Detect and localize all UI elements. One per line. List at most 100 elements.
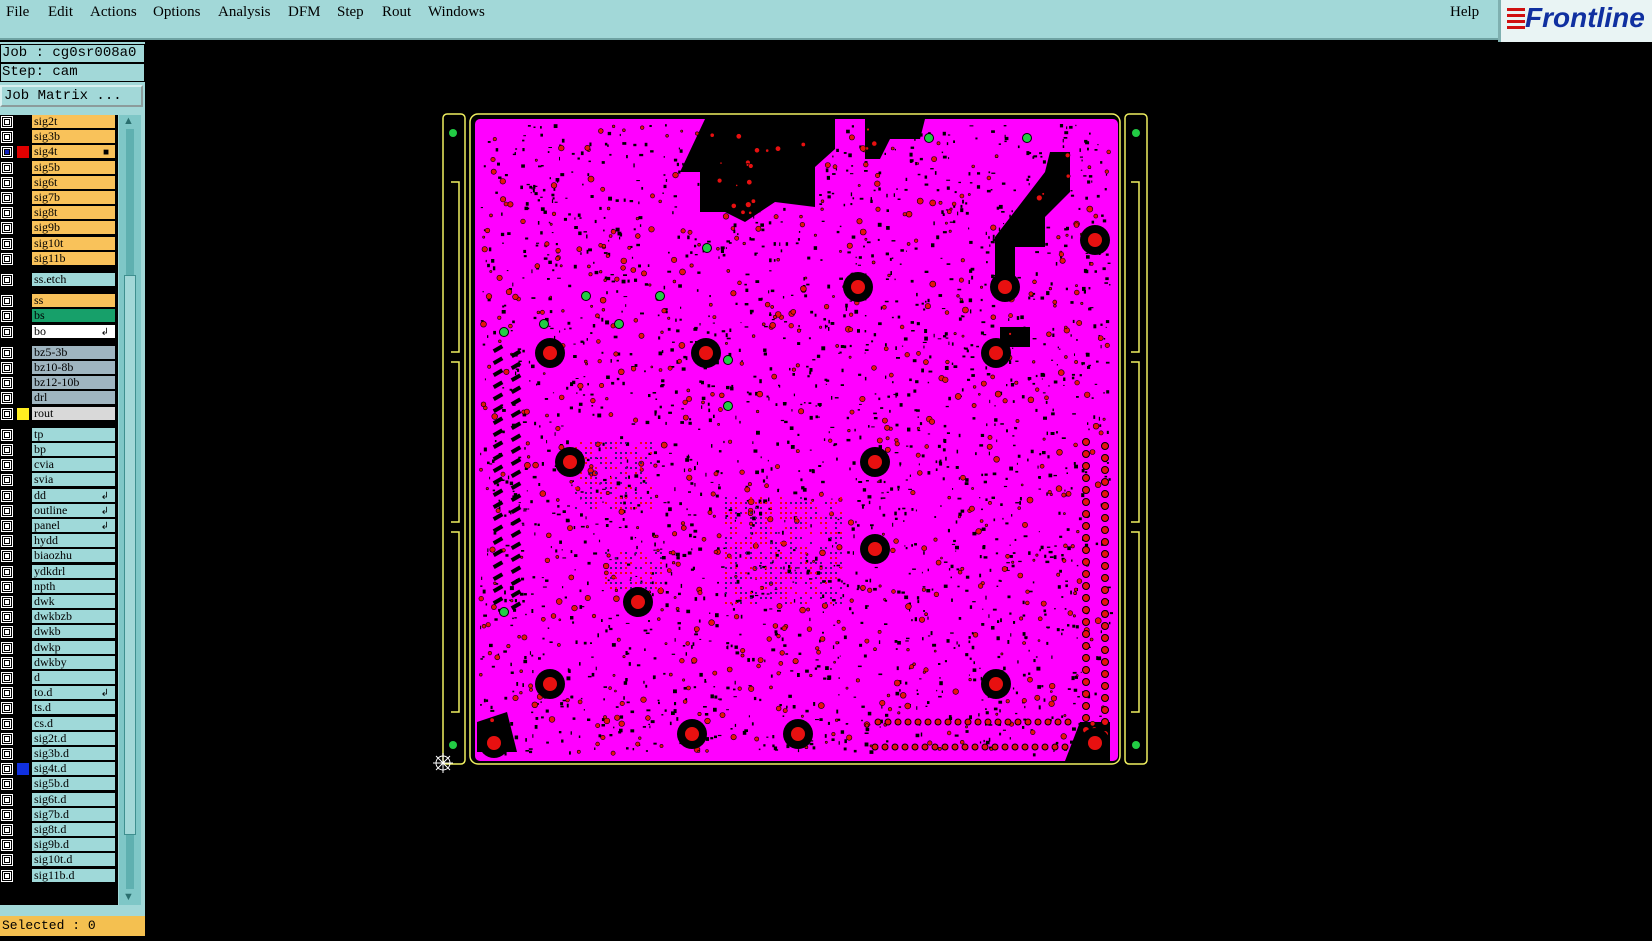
layer-row-outline[interactable]: outline ↲ bbox=[0, 503, 118, 518]
layer-name[interactable]: sig3b bbox=[32, 130, 115, 145]
layer-row-tp[interactable]: tp bbox=[0, 427, 118, 442]
layer-row-hydd[interactable]: hydd bbox=[0, 534, 118, 549]
layer-row-sig4t[interactable]: sig4t ■ bbox=[0, 145, 118, 160]
menu-options[interactable]: Options bbox=[153, 4, 201, 21]
layer-row-ss[interactable]: ss bbox=[0, 294, 118, 309]
layer-checkbox[interactable] bbox=[2, 673, 12, 683]
layer-checkbox[interactable] bbox=[2, 132, 12, 143]
layer-checkbox[interactable] bbox=[2, 566, 12, 577]
layer-checkbox[interactable] bbox=[2, 627, 12, 638]
layer-row-sig11b[interactable]: sig11b bbox=[0, 251, 118, 266]
layer-row-sig8t[interactable]: sig8t bbox=[0, 206, 118, 221]
layer-checkbox[interactable] bbox=[2, 657, 12, 668]
graphic-canvas[interactable] bbox=[145, 42, 1652, 936]
layer-name[interactable]: dwkby bbox=[32, 655, 115, 670]
layer-name[interactable]: cs.d bbox=[32, 716, 115, 731]
layer-name[interactable]: outline ↲ bbox=[32, 503, 115, 518]
layer-row-sig6t.d[interactable]: sig6t.d bbox=[0, 792, 118, 807]
layer-row-dwk[interactable]: dwk bbox=[0, 595, 118, 609]
menu-rout[interactable]: Rout bbox=[382, 4, 411, 21]
layer-checkbox[interactable] bbox=[2, 275, 12, 285]
layer-row-dwkbzb[interactable]: dwkbzb bbox=[0, 610, 118, 625]
layer-checkbox[interactable] bbox=[2, 612, 12, 623]
layer-row-sig2t[interactable]: sig2t bbox=[0, 115, 118, 129]
layer-row-sig7b[interactable]: sig7b bbox=[0, 191, 118, 205]
layer-checkbox[interactable] bbox=[2, 703, 12, 714]
layer-name[interactable]: ss bbox=[32, 294, 115, 309]
layer-row-drl[interactable]: drl bbox=[0, 391, 118, 406]
layer-row-sig3b[interactable]: sig3b bbox=[0, 130, 118, 145]
layer-row-sig7b.d[interactable]: sig7b.d bbox=[0, 807, 118, 822]
layer-name[interactable]: bp bbox=[32, 443, 115, 457]
layer-row-cvia[interactable]: cvia bbox=[0, 458, 118, 473]
layer-checkbox[interactable] bbox=[2, 688, 12, 699]
layer-checkbox[interactable] bbox=[2, 311, 12, 322]
menu-actions[interactable]: Actions bbox=[90, 4, 137, 21]
scroll-thumb[interactable] bbox=[124, 275, 136, 835]
layer-row-d[interactable]: d bbox=[0, 671, 118, 685]
layer-row-sig9b.d[interactable]: sig9b.d bbox=[0, 838, 118, 853]
layer-checkbox[interactable] bbox=[2, 581, 12, 592]
layer-name[interactable]: sig4t ■ bbox=[32, 145, 115, 160]
layer-name[interactable]: sig8t bbox=[32, 206, 115, 221]
layer-checkbox[interactable] bbox=[2, 642, 12, 653]
layer-row-bz12-10b[interactable]: bz12-10b bbox=[0, 376, 118, 391]
layer-row-bs[interactable]: bs bbox=[0, 309, 118, 324]
layer-row-sig10t.d[interactable]: sig10t.d bbox=[0, 853, 118, 868]
layer-row-dd[interactable]: dd ↲ bbox=[0, 488, 118, 503]
layer-name[interactable]: bz12-10b bbox=[32, 376, 115, 391]
layer-row-bp[interactable]: bp bbox=[0, 443, 118, 457]
layer-checkbox[interactable] bbox=[2, 521, 12, 531]
layer-name[interactable]: d bbox=[32, 671, 115, 685]
layer-checkbox[interactable] bbox=[2, 296, 12, 307]
layer-row-sig3b.d[interactable]: sig3b.d bbox=[0, 747, 118, 761]
layer-row-bo[interactable]: bo ↲ bbox=[0, 324, 118, 339]
layer-name[interactable]: sig6t bbox=[32, 175, 115, 190]
layer-name[interactable]: sig2t bbox=[32, 115, 115, 129]
layer-checkbox[interactable] bbox=[2, 208, 12, 219]
layer-row-sig9b[interactable]: sig9b bbox=[0, 221, 118, 236]
layer-checkbox[interactable] bbox=[2, 408, 12, 419]
layer-name[interactable]: panel ↲ bbox=[32, 519, 115, 533]
layer-checkbox[interactable] bbox=[2, 253, 12, 264]
layer-row-sig11b.d[interactable]: sig11b.d bbox=[0, 868, 118, 883]
layer-row-sig5b[interactable]: sig5b bbox=[0, 160, 118, 175]
layer-name[interactable]: sig11b.d bbox=[32, 868, 115, 883]
menu-help[interactable]: Help bbox=[1450, 4, 1479, 21]
layer-checkbox[interactable] bbox=[2, 825, 12, 835]
layer-checkbox[interactable] bbox=[2, 809, 12, 820]
layer-checkbox[interactable] bbox=[2, 490, 12, 501]
layer-checkbox[interactable] bbox=[2, 147, 12, 158]
layer-name[interactable]: sig3b.d bbox=[32, 747, 115, 761]
layer-checkbox[interactable] bbox=[2, 177, 12, 188]
layer-row-sig2t.d[interactable]: sig2t.d bbox=[0, 731, 118, 746]
layer-name[interactable]: dwk bbox=[32, 595, 115, 609]
layer-checkbox[interactable] bbox=[2, 733, 12, 744]
layer-name[interactable]: ydkdrl bbox=[32, 564, 115, 579]
layer-name[interactable]: to.d ↲ bbox=[32, 686, 115, 701]
layer-list-scrollbar[interactable]: ▲ ▼ bbox=[119, 115, 141, 905]
layer-name[interactable]: sig9b bbox=[32, 221, 115, 236]
layer-row-to.d[interactable]: to.d ↲ bbox=[0, 686, 118, 701]
layer-checkbox[interactable] bbox=[2, 551, 12, 562]
layer-checkbox[interactable] bbox=[2, 779, 12, 790]
layer-name[interactable]: rout bbox=[32, 406, 115, 421]
menu-windows[interactable]: Windows bbox=[428, 4, 485, 21]
layer-name[interactable]: biaozhu bbox=[32, 549, 115, 564]
layer-checkbox[interactable] bbox=[2, 597, 12, 607]
layer-checkbox[interactable] bbox=[2, 840, 12, 851]
layer-name[interactable]: sig2t.d bbox=[32, 731, 115, 746]
pcb-board-view[interactable] bbox=[145, 42, 1652, 936]
layer-checkbox[interactable] bbox=[2, 505, 12, 516]
layer-checkbox[interactable] bbox=[2, 393, 12, 404]
layer-name[interactable]: dwkp bbox=[32, 640, 115, 655]
layer-checkbox[interactable] bbox=[2, 347, 12, 358]
layer-row-sig10t[interactable]: sig10t bbox=[0, 236, 118, 251]
layer-row-biaozhu[interactable]: biaozhu bbox=[0, 549, 118, 564]
layer-checkbox[interactable] bbox=[2, 223, 12, 234]
layer-name[interactable]: bz10-8b bbox=[32, 361, 115, 375]
layer-name[interactable]: drl bbox=[32, 391, 115, 406]
layer-name[interactable]: npth bbox=[32, 579, 115, 594]
menu-dfm[interactable]: DFM bbox=[288, 4, 321, 21]
layer-name[interactable]: sig10t.d bbox=[32, 853, 115, 868]
